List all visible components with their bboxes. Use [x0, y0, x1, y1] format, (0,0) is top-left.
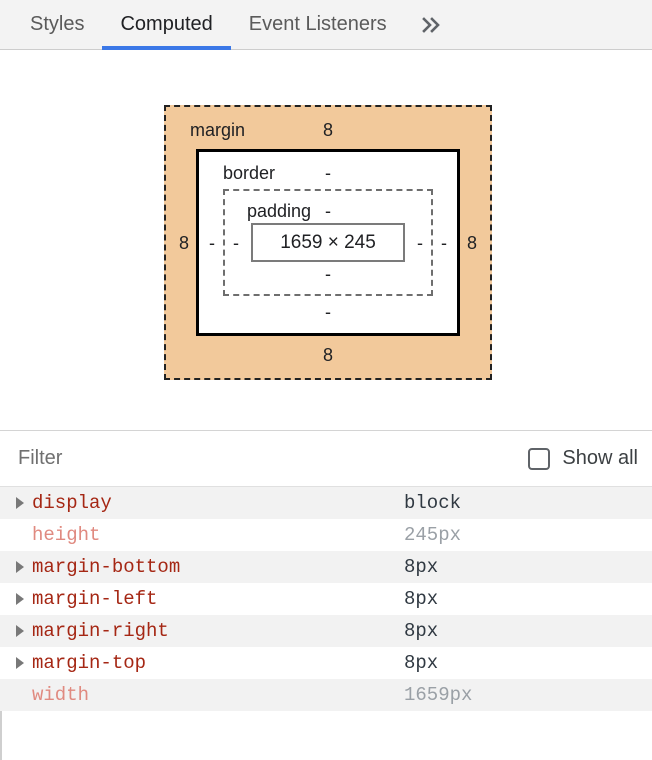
computed-filter-bar: Show all [0, 431, 652, 487]
filter-input[interactable] [18, 431, 529, 486]
property-name: width [32, 684, 90, 706]
property-value: 8px [404, 556, 439, 578]
margin-top-value[interactable]: 8 [323, 121, 333, 139]
property-value: 8px [404, 620, 439, 642]
disclosure-triangle-icon[interactable] [14, 623, 30, 639]
property-value: 1659px [404, 684, 473, 706]
disclosure-triangle-icon[interactable] [14, 495, 30, 511]
margin-left-value[interactable]: 8 [179, 234, 189, 252]
margin-bottom-value[interactable]: 8 [323, 346, 333, 364]
tab-computed[interactable]: Computed [102, 0, 232, 50]
border-top-value[interactable]: - [325, 164, 331, 182]
padding-left-value[interactable]: - [233, 234, 239, 252]
computed-properties-list: display block height 245px margin-bottom… [0, 487, 652, 711]
box-model-border-box[interactable]: border - - - - padding - - - - 1659 × 24… [196, 149, 460, 336]
property-name: margin-left [32, 588, 158, 610]
content-dimensions: 1659 × 245 [280, 231, 376, 253]
tab-styles-label: Styles [30, 13, 85, 35]
box-model-content-box[interactable]: 1659 × 245 [251, 223, 405, 262]
border-left-value[interactable]: - [209, 234, 215, 252]
box-model-border-label: border [223, 163, 276, 183]
property-name: display [32, 492, 112, 514]
property-value: block [404, 492, 462, 514]
disclosure-triangle-icon[interactable] [14, 559, 30, 575]
devtools-tab-bar: Styles Computed Event Listeners [0, 0, 652, 50]
box-model-margin-label: margin [190, 120, 246, 140]
show-all-label: Show all [562, 447, 638, 469]
disclosure-triangle-icon[interactable] [14, 591, 30, 607]
tab-event-listeners[interactable]: Event Listeners [231, 0, 405, 49]
tab-overflow-button[interactable] [405, 0, 459, 49]
property-name: margin-bottom [32, 556, 181, 578]
box-model-margin-box[interactable]: margin 8 8 8 8 border - - - - padding - … [164, 105, 492, 380]
tab-computed-label: Computed [120, 13, 213, 35]
padding-bottom-value[interactable]: - [325, 265, 331, 283]
chevron-double-right-icon [421, 16, 443, 34]
property-name: height [32, 524, 101, 546]
property-row-margin-left[interactable]: margin-left 8px [0, 583, 652, 615]
property-name: margin-right [32, 620, 169, 642]
property-row-display[interactable]: display block [0, 487, 652, 519]
property-row-height[interactable]: height 245px [0, 519, 652, 551]
checkbox-unchecked-icon[interactable] [528, 447, 551, 470]
property-value: 8px [404, 588, 439, 610]
property-value: 245px [404, 524, 462, 546]
tab-event-listeners-label: Event Listeners [248, 13, 387, 35]
box-model-padding-label: padding [247, 201, 312, 221]
property-row-margin-right[interactable]: margin-right 8px [0, 615, 652, 647]
property-name: margin-top [32, 652, 147, 674]
property-row-margin-top[interactable]: margin-top 8px [0, 647, 652, 679]
padding-right-value[interactable]: - [417, 234, 423, 252]
property-row-margin-bottom[interactable]: margin-bottom 8px [0, 551, 652, 583]
tab-styles[interactable]: Styles [12, 0, 102, 49]
show-all-toggle[interactable]: Show all [528, 447, 638, 470]
box-model-padding-box[interactable]: padding - - - - 1659 × 245 [223, 189, 433, 296]
margin-right-value[interactable]: 8 [467, 234, 477, 252]
property-value: 8px [404, 652, 439, 674]
box-model-diagram: margin 8 8 8 8 border - - - - padding - … [0, 50, 652, 431]
border-bottom-value[interactable]: - [325, 303, 331, 321]
property-row-width[interactable]: width 1659px [0, 679, 652, 711]
border-right-value[interactable]: - [441, 234, 447, 252]
disclosure-triangle-icon[interactable] [14, 655, 30, 671]
devtools-computed-panel: Styles Computed Event Listeners margin 8… [0, 0, 652, 760]
padding-top-value[interactable]: - [325, 202, 331, 220]
